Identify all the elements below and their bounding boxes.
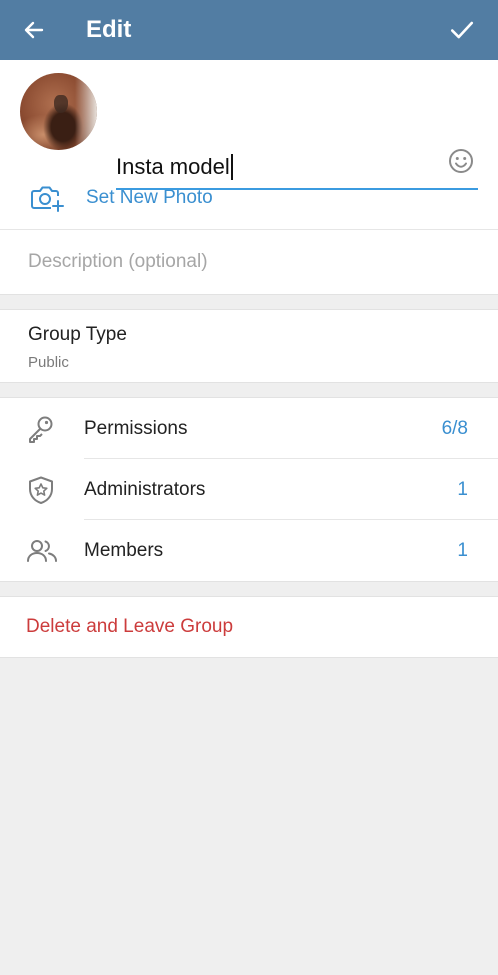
delete-and-leave-label: Delete and Leave Group	[26, 616, 234, 637]
shield-star-icon	[0, 475, 84, 505]
settings-card: Permissions 6/8 Administrators 1 Members…	[0, 398, 498, 581]
group-name-value: Insta model	[116, 154, 230, 179]
group-type-row[interactable]: Group Type Public	[0, 310, 498, 382]
group-type-value: Public	[28, 354, 69, 371]
group-type-title: Group Type	[28, 324, 127, 345]
permissions-row[interactable]: Permissions 6/8	[0, 398, 498, 459]
smiley-icon[interactable]	[448, 148, 474, 174]
arrow-left-icon	[24, 21, 44, 39]
key-icon	[0, 414, 84, 444]
page-title: Edit	[86, 16, 132, 43]
group-name-field[interactable]: Insta model	[116, 154, 233, 180]
checkmark-icon	[450, 21, 474, 39]
members-row[interactable]: Members 1	[0, 520, 498, 581]
administrators-value: 1	[457, 478, 468, 500]
description-placeholder: Description (optional)	[28, 251, 208, 272]
set-new-photo-row[interactable]: Set New Photo	[0, 167, 498, 230]
danger-card: Delete and Leave Group	[0, 597, 498, 657]
permissions-value: 6/8	[441, 417, 468, 439]
save-button[interactable]	[440, 0, 484, 60]
group-name-underline	[116, 188, 478, 190]
section-divider	[0, 581, 498, 597]
delete-and-leave-button[interactable]: Delete and Leave Group	[0, 597, 498, 657]
camera-add-icon	[0, 167, 86, 229]
section-divider	[0, 294, 498, 310]
people-icon	[0, 536, 84, 566]
bottom-divider	[0, 657, 498, 658]
group-info-card: Insta model Set New Photo Description (o…	[0, 60, 498, 294]
group-avatar[interactable]	[20, 73, 97, 150]
description-field[interactable]: Description (optional)	[0, 230, 498, 294]
members-value: 1	[457, 539, 468, 561]
text-caret	[230, 154, 233, 180]
set-new-photo-label: Set New Photo	[86, 187, 213, 208]
administrators-row[interactable]: Administrators 1	[0, 459, 498, 520]
section-divider	[0, 382, 498, 398]
administrators-label: Administrators	[84, 478, 206, 500]
top-app-bar: Edit	[0, 0, 498, 60]
group-type-card: Group Type Public	[0, 310, 498, 382]
permissions-label: Permissions	[84, 417, 188, 439]
group-name-row: Insta model	[0, 60, 498, 190]
members-label: Members	[84, 539, 164, 561]
back-button[interactable]	[0, 0, 68, 60]
